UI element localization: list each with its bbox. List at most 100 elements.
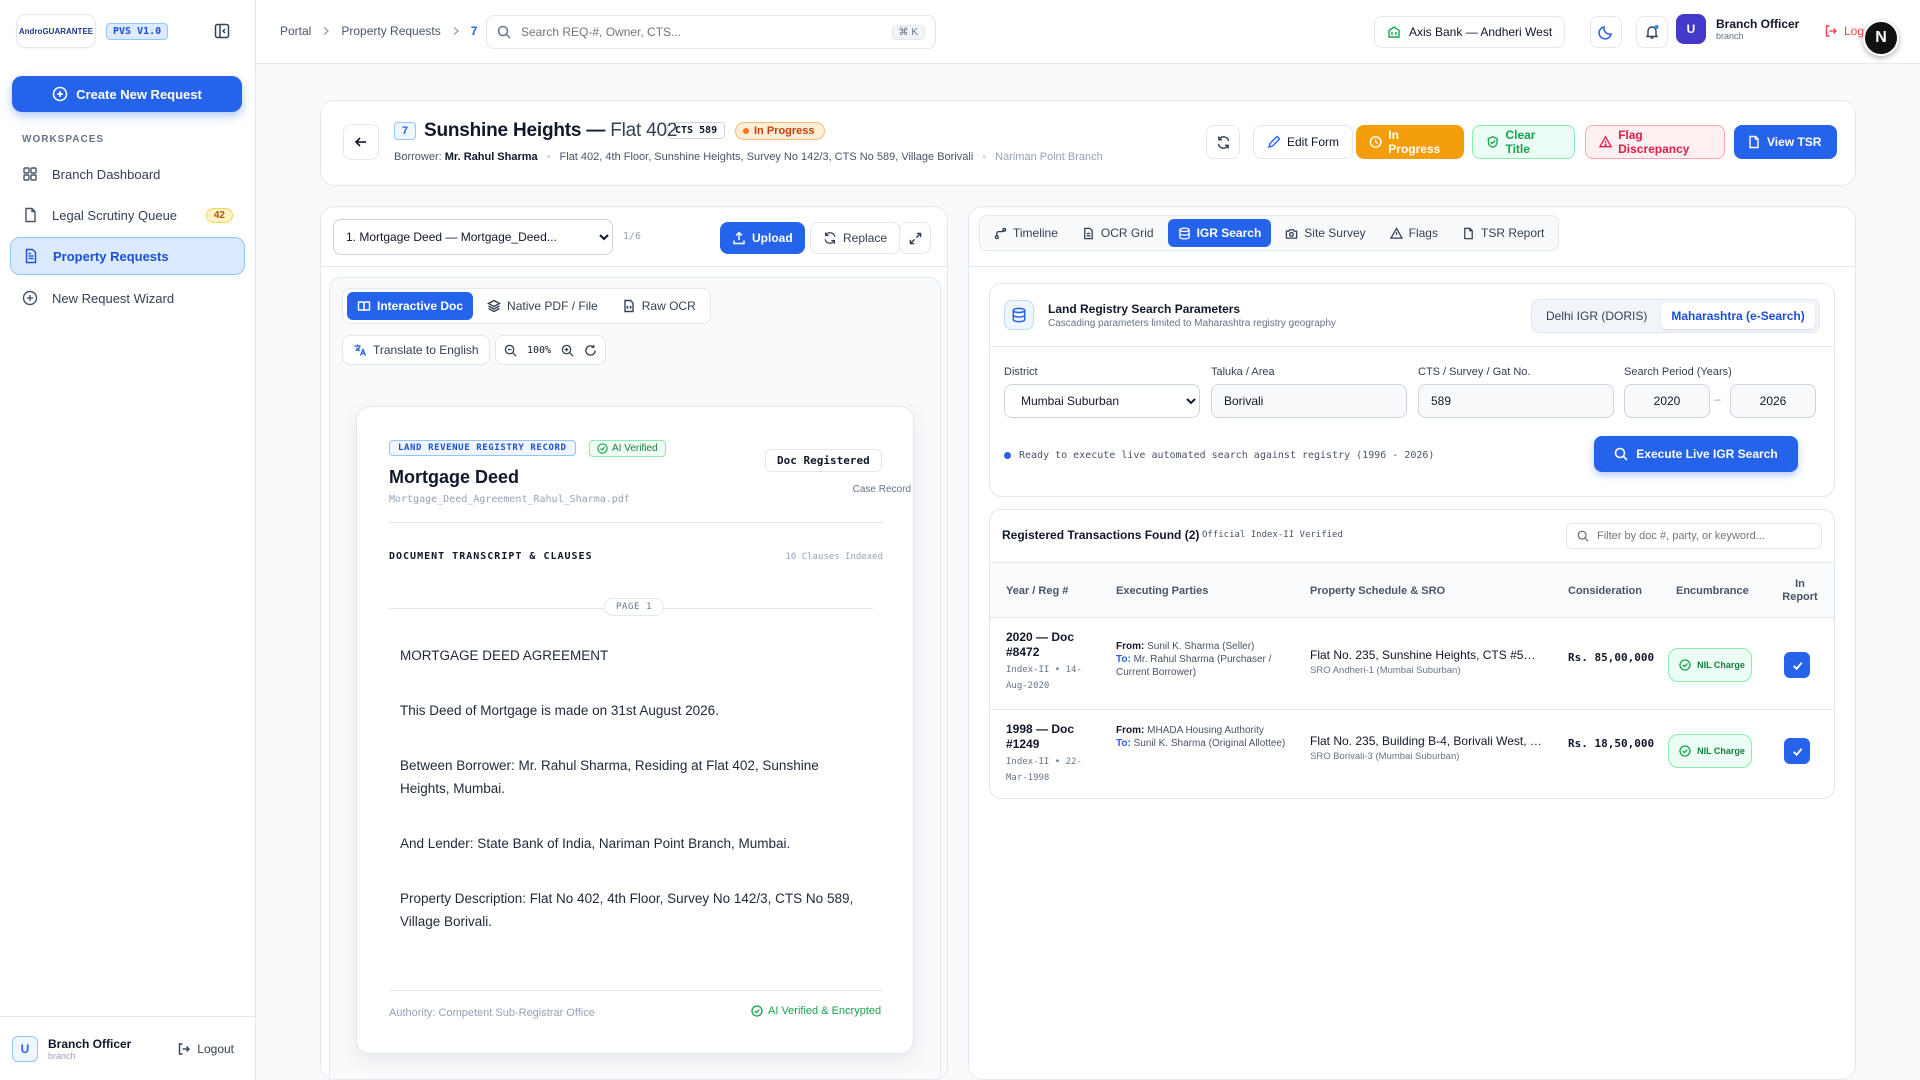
registry-record-tag: LAND REVENUE REGISTRY RECORD [389, 440, 576, 456]
tab-timeline[interactable]: Timeline [984, 219, 1068, 247]
clause-text: And Lender: State Bank of India, Nariman… [400, 836, 791, 851]
file-icon [1464, 227, 1473, 239]
refresh-button[interactable] [1206, 125, 1240, 159]
in-report-checkbox[interactable] [1784, 738, 1810, 764]
period-separator: – [1714, 392, 1721, 406]
filter-input[interactable] [1597, 530, 1811, 542]
to-value: Sunil K. Sharma (Original Allottee) [1133, 738, 1286, 749]
col-consideration[interactable]: Consideration [1568, 563, 1642, 619]
igr-card-title: Land Registry Search Parameters [1048, 302, 1241, 316]
status-dot [743, 128, 749, 134]
sidebar-item-legal-scrutiny-queue[interactable]: Legal Scrutiny Queue 42 [10, 196, 245, 234]
logout-button[interactable]: Logout [177, 1042, 234, 1056]
property-name: Sunshine Heights — [424, 120, 606, 141]
search-input[interactable] [521, 25, 882, 39]
transactions-title: Registered Transactions Found (2) [1002, 528, 1200, 542]
taluka-field[interactable]: Borivali [1211, 384, 1407, 418]
borrower-name: Mr. Rahul Sharma [444, 151, 538, 163]
borrower-label: Borrower: [394, 151, 442, 163]
edit-form-button[interactable]: Edit Form [1253, 125, 1354, 159]
tab-label: Interactive Doc [377, 299, 464, 313]
check-icon [1792, 661, 1802, 670]
expand-icon [909, 232, 921, 244]
tab-raw-ocr[interactable]: Raw OCR [612, 292, 706, 320]
encumbrance-label: NIL Charge [1697, 659, 1745, 670]
table-row[interactable]: 1998 — Doc #1249 Index-II • 22-Mar-1998 … [990, 710, 1834, 798]
from-value: MHADA Housing Authority [1147, 725, 1264, 736]
execute-igr-search-button[interactable]: Execute Live IGR Search [1594, 436, 1798, 472]
clause-text: MORTGAGE DEED AGREEMENT [400, 648, 609, 663]
tab-native-pdf[interactable]: Native PDF / File [477, 292, 608, 320]
breadcrumb-portal[interactable]: Portal [280, 24, 311, 38]
assistant-bubble[interactable]: N [1863, 20, 1899, 56]
sidebar-item-property-requests[interactable]: Property Requests [10, 237, 245, 275]
ready-status: Ready to execute live automated search a… [1004, 450, 1434, 461]
breadcrumb-property-requests[interactable]: Property Requests [341, 24, 440, 38]
pencil-icon [1267, 135, 1281, 149]
user-menu[interactable]: U Branch Officer branch [1676, 14, 1799, 44]
from-party: From: MHADA Housing Authority [1116, 724, 1292, 737]
bank-selector[interactable]: Axis Bank — Andheri West [1374, 16, 1566, 48]
cts-field[interactable]: 589 [1418, 384, 1614, 418]
check-circle-icon [597, 443, 608, 454]
col-encumbrance[interactable]: Encumbrance [1676, 563, 1749, 619]
document-select[interactable]: 1. Mortgage Deed — Mortgage_Deed... [333, 219, 613, 255]
table-header: Year / Reg # Executing Parties Property … [990, 562, 1834, 618]
parties-cell: From: MHADA Housing Authority To: Sunil … [1116, 724, 1292, 750]
tab-interactive-doc[interactable]: Interactive Doc [347, 292, 474, 320]
file-text-icon [25, 248, 37, 264]
expand-button[interactable] [899, 222, 931, 254]
theme-toggle[interactable] [1590, 16, 1622, 48]
create-new-request-button[interactable]: Create New Request [12, 76, 242, 112]
app-logo[interactable]: AndroGUARANTEE [16, 14, 96, 48]
col-executing-parties[interactable]: Executing Parties [1116, 563, 1208, 619]
back-button[interactable] [343, 124, 379, 160]
zoom-out-icon[interactable] [504, 344, 517, 357]
global-search[interactable]: ⌘ K [486, 15, 936, 49]
col-property-schedule[interactable]: Property Schedule & SRO [1310, 563, 1445, 619]
sidebar-collapse-icon[interactable] [213, 22, 231, 40]
transaction-filter[interactable] [1566, 523, 1822, 549]
bank-label: Axis Bank — Andheri West [1409, 25, 1553, 39]
reset-zoom-icon[interactable] [584, 344, 597, 357]
status-badge: In Progress [735, 122, 825, 140]
clear-title-button[interactable]: Clear Title [1472, 125, 1575, 159]
tab-igr-search[interactable]: IGR Search [1167, 219, 1272, 247]
sidebar-item-new-request-wizard[interactable]: New Request Wizard [10, 279, 245, 317]
tab-flags[interactable]: Flags [1380, 219, 1448, 247]
translate-label: Translate to English [373, 343, 479, 357]
upload-button[interactable]: Upload [720, 222, 805, 254]
consideration-value: Rs. 85,00,000 [1568, 651, 1655, 664]
year-to-field[interactable]: 2026 [1730, 384, 1816, 418]
zoom-in-icon[interactable] [561, 344, 574, 357]
col-in-report[interactable]: In Report [1780, 563, 1820, 619]
sidebar-item-label: Property Requests [53, 248, 169, 264]
in-progress-button[interactable]: In Progress [1356, 125, 1464, 159]
view-tsr-button[interactable]: View TSR [1734, 125, 1837, 159]
district-select[interactable]: Mumbai Suburban [1004, 384, 1200, 418]
grid-icon [23, 167, 37, 181]
translate-button[interactable]: Translate to English [342, 335, 490, 365]
tab-site-survey[interactable]: Site Survey [1275, 219, 1375, 247]
tab-tsr-report[interactable]: TSR Report [1452, 219, 1554, 247]
notifications-button[interactable] [1636, 16, 1668, 48]
document-toolbar: 1. Mortgage Deed — Mortgage_Deed... 1/6 … [321, 207, 947, 267]
col-year-reg[interactable]: Year / Reg # [1006, 563, 1068, 619]
sidebar-item-branch-dashboard[interactable]: Branch Dashboard [10, 155, 245, 193]
year-from-field[interactable]: 2020 [1624, 384, 1710, 418]
source-maharashtra[interactable]: Maharashtra (e-Search) [1661, 303, 1815, 329]
breadcrumb: Portal Property Requests 7 [280, 24, 477, 38]
replace-button[interactable]: Replace [810, 222, 901, 254]
flag-discrepancy-button[interactable]: Flag Discrepancy [1585, 125, 1725, 159]
year-reg: 2020 — Doc #8472 [1006, 630, 1075, 659]
table-row[interactable]: 2020 — Doc #8472 Index-II • 14-Aug-2020 … [990, 618, 1834, 710]
encrypted-status: AI Verified & Encrypted [751, 1005, 881, 1017]
divider [389, 990, 883, 991]
in-report-checkbox[interactable] [1784, 652, 1810, 678]
view-mode-tabs: Interactive Doc Native PDF / File Raw OC… [342, 288, 711, 324]
consideration-value: Rs. 18,50,000 [1568, 737, 1655, 750]
bell-icon [1645, 25, 1659, 39]
source-delhi-igr[interactable]: Delhi IGR (DORIS) [1536, 303, 1657, 329]
document-page: LAND REVENUE REGISTRY RECORD AI Verified… [356, 406, 914, 1054]
tab-ocr-grid[interactable]: OCR Grid [1072, 219, 1164, 247]
